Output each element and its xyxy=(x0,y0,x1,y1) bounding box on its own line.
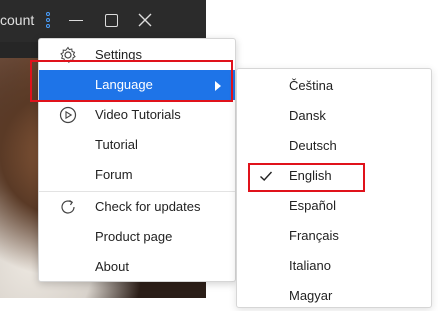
menu-item-label: Check for updates xyxy=(95,199,201,214)
menu-item-label: Product page xyxy=(95,229,173,244)
minimize-button[interactable] xyxy=(66,10,86,30)
language-submenu: Čeština Dansk Deutsch English Español Fr… xyxy=(236,68,432,308)
menu-item-video-tutorials[interactable]: Video Tutorials xyxy=(39,100,235,130)
language-label: Deutsch xyxy=(289,138,337,153)
play-circle-icon xyxy=(59,106,77,124)
language-option[interactable]: Čeština xyxy=(237,71,431,101)
menu-item-label: Tutorial xyxy=(95,137,138,152)
menu-item-settings[interactable]: Settings xyxy=(39,40,235,70)
main-menu: Settings Language Video Tutorials Tutori… xyxy=(38,38,236,282)
refresh-icon xyxy=(61,200,75,214)
menu-item-product-page[interactable]: Product page xyxy=(39,222,235,252)
language-label: Italiano xyxy=(289,258,331,273)
close-button[interactable] xyxy=(135,10,155,30)
language-option[interactable]: Magyar xyxy=(237,281,431,311)
menu-item-check-updates[interactable]: Check for updates xyxy=(39,192,235,222)
menu-item-about[interactable]: About xyxy=(39,252,235,282)
language-label: Dansk xyxy=(289,108,326,123)
gear-icon xyxy=(60,46,76,64)
menu-item-label: Forum xyxy=(95,167,133,182)
window-title: count xyxy=(0,12,35,28)
language-option[interactable]: Dansk xyxy=(237,101,431,131)
language-label: Español xyxy=(289,198,336,213)
language-option[interactable]: Italiano xyxy=(237,251,431,281)
more-options-icon[interactable] xyxy=(38,10,58,30)
menu-item-label: About xyxy=(95,259,129,274)
title-bar: count xyxy=(0,0,206,42)
checkmark-icon xyxy=(260,171,273,181)
menu-item-label: Video Tutorials xyxy=(95,107,181,122)
language-label: English xyxy=(289,168,332,183)
menu-item-tutorial[interactable]: Tutorial xyxy=(39,130,235,160)
language-label: Čeština xyxy=(289,78,334,93)
menu-item-label: Language xyxy=(95,77,153,92)
menu-item-label: Settings xyxy=(95,47,142,62)
language-option[interactable]: Français xyxy=(237,221,431,251)
language-option[interactable]: Español xyxy=(237,191,431,221)
language-option[interactable]: Deutsch xyxy=(237,131,431,161)
language-label: Français xyxy=(289,228,339,243)
menu-item-language[interactable]: Language xyxy=(39,70,235,100)
chevron-right-icon xyxy=(215,81,221,91)
maximize-button[interactable] xyxy=(101,10,121,30)
language-option-selected[interactable]: English xyxy=(237,161,431,191)
language-label: Magyar xyxy=(289,288,333,303)
close-icon xyxy=(138,13,152,27)
menu-item-forum[interactable]: Forum xyxy=(39,160,235,190)
